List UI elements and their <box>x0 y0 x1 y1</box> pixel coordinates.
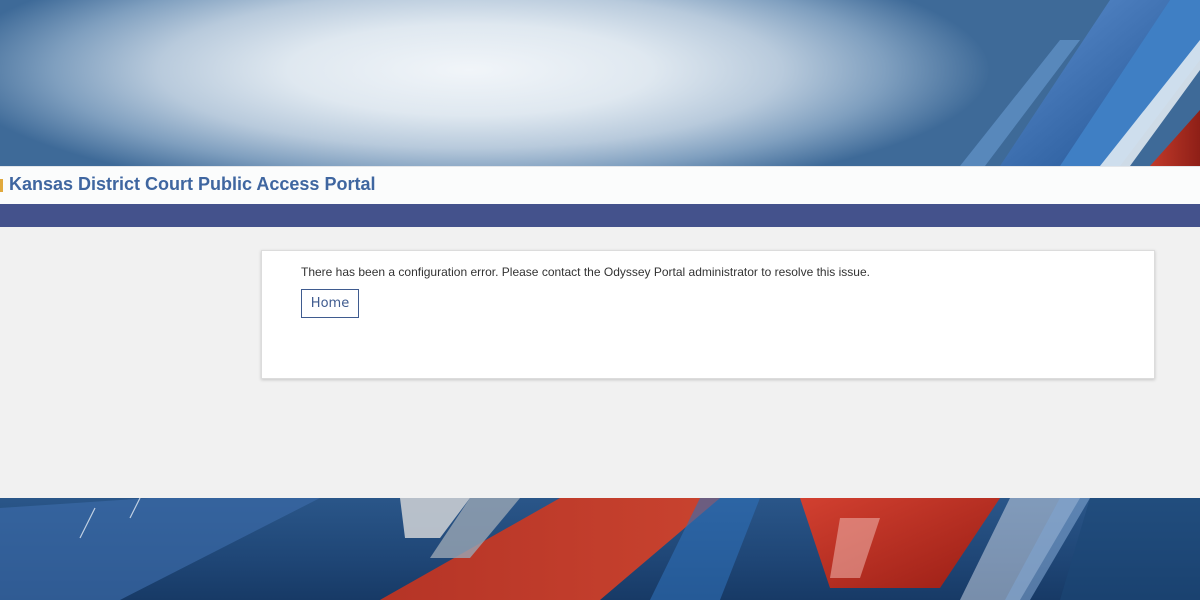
background-bottom-graphic <box>0 498 1200 600</box>
background-bottom-stripes <box>0 498 1200 600</box>
portal-title[interactable]: Kansas District Court Public Access Port… <box>9 174 375 195</box>
content-area: There has been a configuration error. Pl… <box>0 227 1200 498</box>
error-message-text: There has been a configuration error. Pl… <box>301 265 870 279</box>
error-message-card: There has been a configuration error. Pl… <box>261 250 1155 379</box>
portal-header: Kansas District Court Public Access Port… <box>0 166 1200 205</box>
header-accent-mark <box>0 179 3 192</box>
background-top-graphic <box>0 0 1200 166</box>
background-top-stripes <box>960 0 1200 166</box>
home-button[interactable]: Home <box>301 289 359 318</box>
nav-bar <box>0 204 1200 227</box>
